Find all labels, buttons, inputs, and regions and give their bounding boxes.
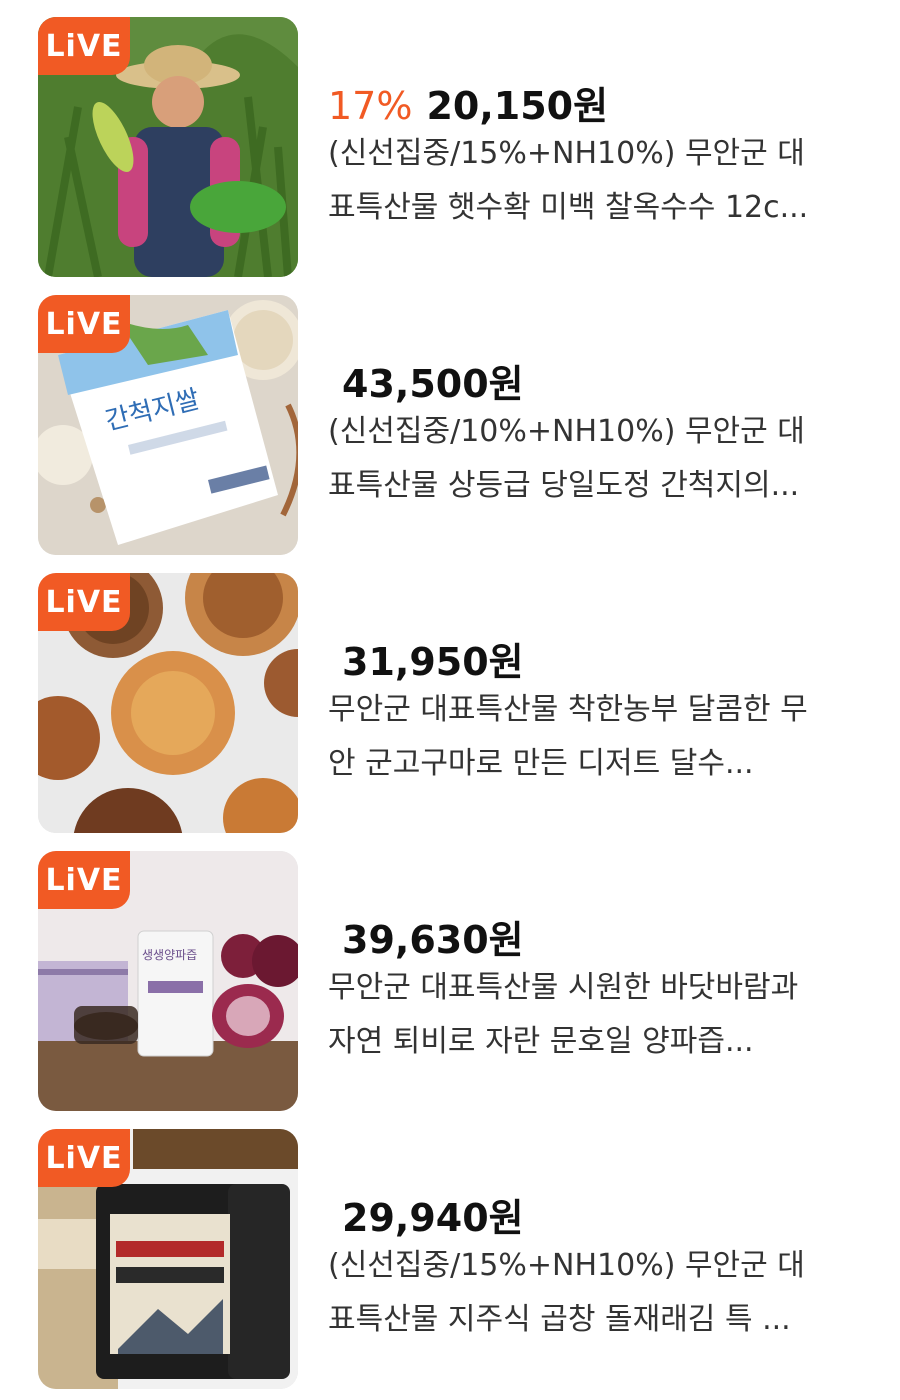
price: 43,500원 [342, 362, 524, 406]
product-title[interactable]: 무안군 대표특산물 시원한 바닷바람과 자연 퇴비로 자란 문호일 양파즙... [328, 961, 828, 1069]
product-title[interactable]: (신선집중/15%+NH10%) 무안군 대표특산물 지주식 곱창 돌재래김 특… [328, 1239, 828, 1347]
product-list: LiVE 17% 20,150원 (신선집중/15%+NH10%) 무안군 대표… [0, 0, 900, 1400]
product-image[interactable]: LiVE [38, 573, 298, 833]
discount-rate: 17% [328, 84, 413, 128]
price: 31,950원 [342, 640, 524, 684]
product-title[interactable]: 무안군 대표특산물 착한농부 달콤한 무안 군고구마로 만든 디저트 달수... [328, 683, 828, 791]
live-badge: LiVE [38, 851, 130, 909]
product-image[interactable]: 생생양파즙 LiVE [38, 851, 298, 1111]
product-title[interactable]: (신선집중/15%+NH10%) 무안군 대표특산물 햇수확 미백 찰옥수수 1… [328, 127, 828, 235]
live-badge: LiVE [38, 573, 130, 631]
list-item[interactable]: LiVE 17% 20,150원 (신선집중/15%+NH10%) 무안군 대표… [38, 17, 868, 277]
product-image[interactable]: LiVE [38, 1129, 298, 1389]
live-badge: LiVE [38, 1129, 130, 1187]
live-badge: LiVE [38, 295, 130, 353]
list-item[interactable]: 간척지쌀 LiVE 43,500원 (신선집중/10%+NH10%) 무안군 대… [38, 295, 868, 555]
list-item[interactable]: LiVE 29,940원 (신선집중/15%+NH10%) 무안군 대표특산물 … [38, 1129, 868, 1389]
list-item[interactable]: 생생양파즙 LiVE 39,630원 무안군 대표특산물 시원한 바닷바람과 자… [38, 851, 868, 1111]
live-badge: LiVE [38, 17, 130, 75]
price: 39,630원 [342, 918, 524, 962]
price: 20,150원 [426, 84, 609, 128]
svg-text:생생양파즙: 생생양파즙 [142, 948, 197, 962]
price: 29,940원 [342, 1196, 524, 1240]
product-title[interactable]: (신선집중/10%+NH10%) 무안군 대표특산물 상등급 당일도정 간척지의… [328, 405, 828, 513]
product-image[interactable]: 간척지쌀 LiVE [38, 295, 298, 555]
product-image[interactable]: LiVE [38, 17, 298, 277]
list-item[interactable]: LiVE 31,950원 무안군 대표특산물 착한농부 달콤한 무안 군고구마로… [38, 573, 868, 833]
